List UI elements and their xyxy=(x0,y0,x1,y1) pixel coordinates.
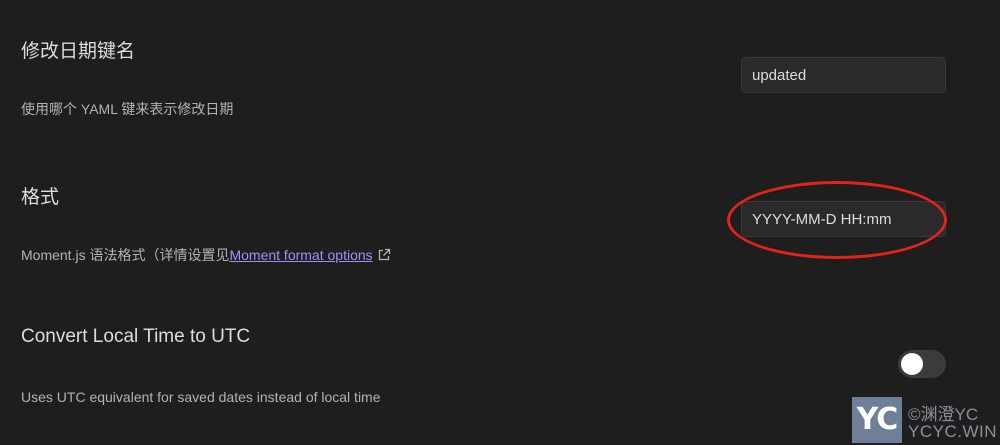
toggle-knob xyxy=(901,353,923,375)
format-desc-text: Moment.js 语法格式（详情设置见 xyxy=(21,247,230,263)
updated-key-input[interactable] xyxy=(741,57,946,93)
setting-desc-format: Moment.js 语法格式（详情设置见Moment format option… xyxy=(21,245,391,265)
setting-title-utc: Convert Local Time to UTC xyxy=(21,326,251,347)
format-input[interactable] xyxy=(741,201,946,237)
watermark: YC ©渊澄YC YCYC.WIN xyxy=(852,397,1000,445)
setting-title-updated-key: 修改日期键名 xyxy=(21,41,136,62)
setting-desc-utc: Uses UTC equivalent for saved dates inst… xyxy=(21,389,381,405)
watermark-logo: YC xyxy=(852,397,902,443)
external-link-icon[interactable] xyxy=(377,248,391,262)
moment-format-options-link[interactable]: Moment format options xyxy=(229,247,372,263)
watermark-url: YCYC.WIN xyxy=(908,422,997,441)
setting-title-format: 格式 xyxy=(21,187,60,208)
utc-toggle[interactable] xyxy=(898,350,946,378)
setting-desc-updated-key: 使用哪个 YAML 键来表示修改日期 xyxy=(21,101,234,117)
